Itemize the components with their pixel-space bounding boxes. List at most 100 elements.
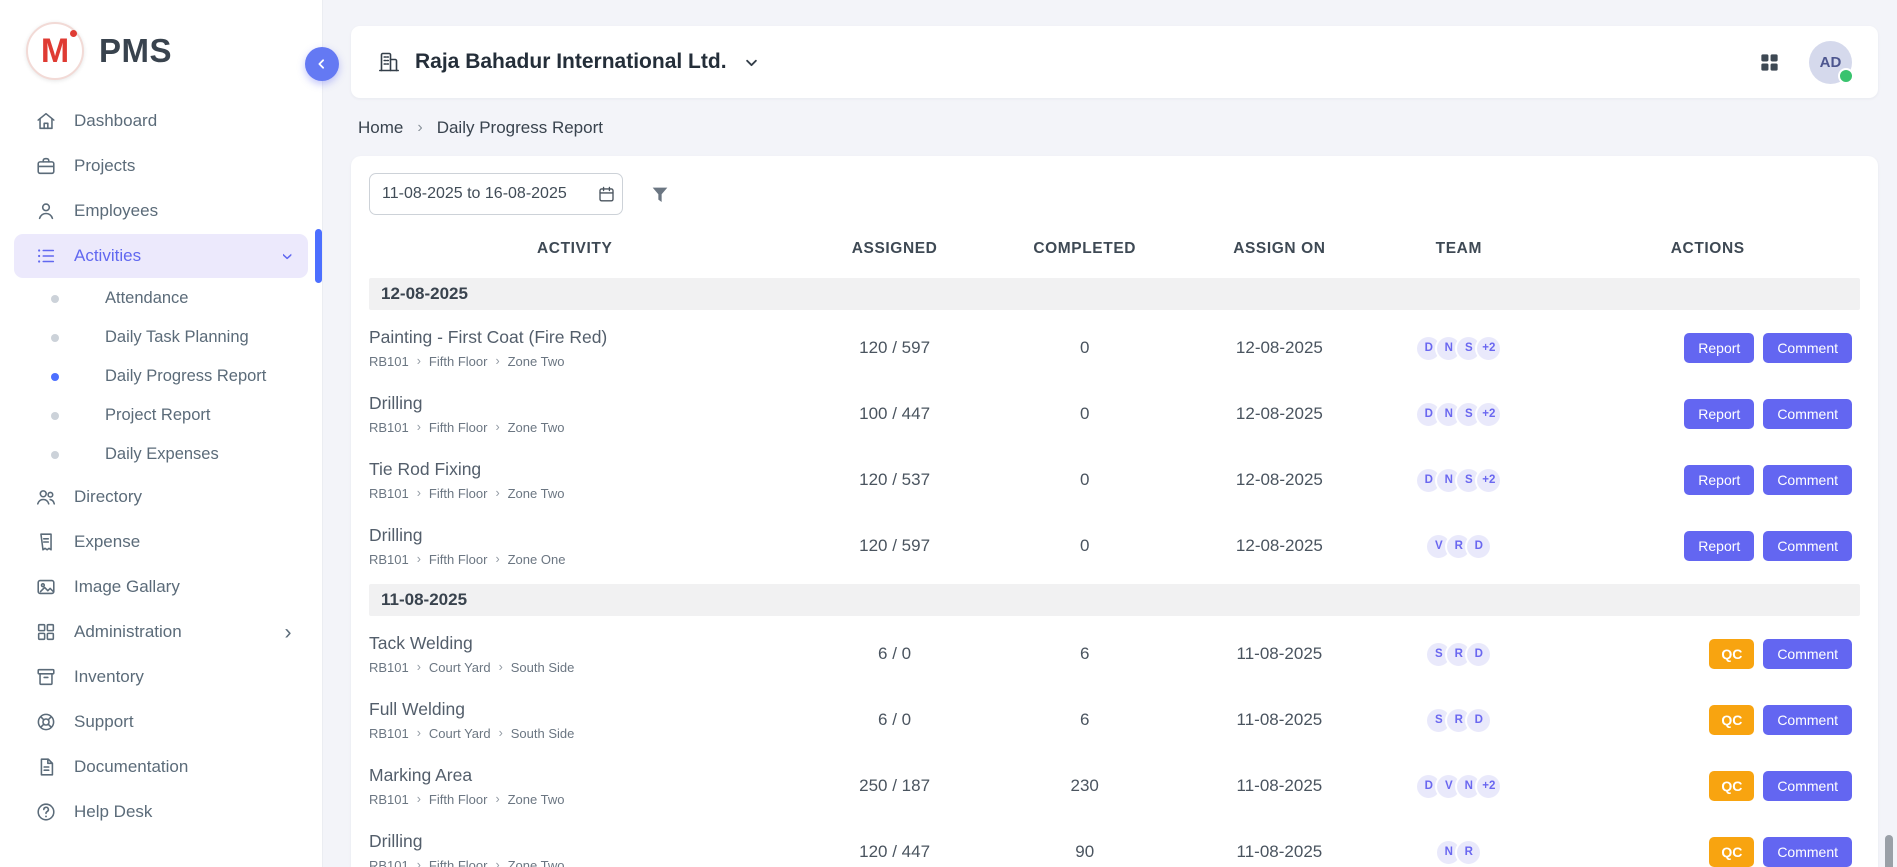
qc-button[interactable]: QC	[1709, 705, 1754, 735]
user-avatar[interactable]: AD	[1809, 41, 1852, 84]
path-segment: Fifth Floor	[429, 354, 488, 369]
team-avatar[interactable]: D	[1465, 641, 1492, 668]
sidebar-item-directory[interactable]: Directory	[14, 475, 308, 519]
sidebar-item-documentation[interactable]: Documentation	[14, 745, 308, 789]
comment-button[interactable]: Comment	[1763, 837, 1852, 867]
report-button[interactable]: Report	[1684, 399, 1754, 429]
comment-button[interactable]: Comment	[1763, 399, 1852, 429]
table-row: Full Welding RB101›Court Yard›South Side…	[351, 687, 1878, 753]
qc-button[interactable]: QC	[1709, 771, 1754, 801]
activity-cell: Drilling RB101›Fifth Floor›Zone One	[351, 525, 798, 567]
path-segment: Fifth Floor	[429, 858, 488, 867]
sidebar-item-image-gallary[interactable]: Image Gallary	[14, 565, 308, 609]
path-segment: RB101	[369, 420, 409, 435]
sidebar-subitem-label: Attendance	[105, 289, 188, 308]
sidebar-item-inventory[interactable]: Inventory	[14, 655, 308, 699]
sidebar-item-administration[interactable]: Administration ›	[14, 610, 308, 654]
bullet-dot-icon	[51, 373, 59, 381]
page-scrollbar[interactable]	[1885, 835, 1893, 867]
qc-button[interactable]: QC	[1709, 837, 1754, 867]
date-range-value[interactable]	[382, 185, 589, 203]
team-overflow-badge[interactable]: +2	[1475, 401, 1502, 428]
comment-button[interactable]: Comment	[1763, 333, 1852, 363]
assign-on-value: 11-08-2025	[1179, 842, 1381, 862]
report-button[interactable]: Report	[1684, 465, 1754, 495]
completed-value: 90	[991, 842, 1179, 862]
comment-button[interactable]: Comment	[1763, 705, 1852, 735]
report-button[interactable]: Report	[1684, 333, 1754, 363]
filter-bar	[351, 156, 1878, 215]
breadcrumb-home[interactable]: Home	[358, 118, 403, 138]
sidebar-item-label: Projects	[74, 156, 135, 176]
table-header: ACTIVITYASSIGNEDCOMPLETEDASSIGN ONTEAMAC…	[351, 225, 1878, 273]
comment-button[interactable]: Comment	[1763, 771, 1852, 801]
actions-cell: Report Comment	[1537, 531, 1878, 561]
activity-cell: Marking Area RB101›Fifth Floor›Zone Two	[351, 765, 798, 807]
apps-grid-button[interactable]	[1756, 49, 1783, 76]
team-overflow-badge[interactable]: +2	[1475, 335, 1502, 362]
actions-cell: QC Comment	[1537, 771, 1878, 801]
calendar-icon[interactable]	[597, 185, 616, 204]
home-icon	[35, 110, 57, 132]
filter-button[interactable]	[647, 181, 673, 207]
comment-button[interactable]: Comment	[1763, 531, 1852, 561]
sidebar-subitem-attendance[interactable]: Attendance	[14, 279, 308, 318]
activity-name: Full Welding	[369, 699, 798, 720]
sidebar-item-expense[interactable]: Expense	[14, 520, 308, 564]
team-cell: DNS+2	[1380, 401, 1537, 428]
sidebar-subitem-label: Project Report	[105, 406, 210, 425]
sidebar-item-activities[interactable]: Activities ›	[14, 234, 308, 278]
sidebar-item-employees[interactable]: Employees	[14, 189, 308, 233]
chevron-right-icon: ›	[417, 421, 421, 434]
chevron-right-icon: ›	[417, 119, 422, 137]
sidebar-item-help-desk[interactable]: Help Desk	[14, 790, 308, 834]
sidebar-item-projects[interactable]: Projects	[14, 144, 308, 188]
sidebar-subitem-project-report[interactable]: Project Report	[14, 396, 308, 435]
activity-path: RB101›Court Yard›South Side	[369, 726, 798, 741]
report-button[interactable]: Report	[1684, 531, 1754, 561]
team-cell: NR	[1380, 839, 1537, 866]
team-overflow-badge[interactable]: +2	[1475, 773, 1502, 800]
team-avatar[interactable]: D	[1465, 533, 1492, 560]
date-group-header: 11-08-2025	[369, 584, 1860, 616]
path-segment: Fifth Floor	[429, 552, 488, 567]
path-segment: South Side	[511, 726, 575, 741]
sidebar-subitem-daily-expenses[interactable]: Daily Expenses	[14, 435, 308, 474]
table-row: Tie Rod Fixing RB101›Fifth Floor›Zone Tw…	[351, 447, 1878, 513]
sidebar-item-support[interactable]: Support	[14, 700, 308, 744]
bullet-dot-icon	[51, 334, 59, 342]
path-segment: Fifth Floor	[429, 486, 488, 501]
user-icon	[35, 200, 57, 222]
chevron-right-icon: ›	[495, 355, 499, 368]
collapse-sidebar-button[interactable]	[305, 47, 339, 81]
comment-button[interactable]: Comment	[1763, 639, 1852, 669]
activity-cell: Drilling RB101›Fifth Floor›Zone Two	[351, 831, 798, 867]
path-segment: Zone One	[508, 552, 566, 567]
activity-name: Tack Welding	[369, 633, 798, 654]
sidebar-subitem-daily-task-planning[interactable]: Daily Task Planning	[14, 318, 308, 357]
sidebar-item-label: Directory	[74, 487, 142, 507]
activity-name: Drilling	[369, 831, 798, 852]
chevron-right-icon: ›	[495, 487, 499, 500]
activity-cell: Tie Rod Fixing RB101›Fifth Floor›Zone Tw…	[351, 459, 798, 501]
qc-button[interactable]: QC	[1709, 639, 1754, 669]
actions-cell: QC Comment	[1537, 639, 1878, 669]
table-row: Marking Area RB101›Fifth Floor›Zone Two …	[351, 753, 1878, 819]
team-avatar[interactable]: R	[1455, 839, 1482, 866]
team-overflow-badge[interactable]: +2	[1475, 467, 1502, 494]
sidebar-subitem-daily-progress-report[interactable]: Daily Progress Report	[14, 357, 308, 396]
sidebar-item-label: Employees	[74, 201, 158, 221]
column-header-assign-on: ASSIGN ON	[1179, 240, 1381, 258]
company-selector[interactable]: Raja Bahadur International Ltd.	[377, 50, 762, 74]
chevron-right-icon: ›	[495, 553, 499, 566]
date-range-input[interactable]	[369, 173, 623, 215]
completed-value: 6	[991, 644, 1179, 664]
sidebar-item-dashboard[interactable]: Dashboard	[14, 99, 308, 143]
activity-name: Painting - First Coat (Fire Red)	[369, 327, 798, 348]
company-name: Raja Bahadur International Ltd.	[415, 50, 727, 74]
activity-name: Marking Area	[369, 765, 798, 786]
team-avatar[interactable]: D	[1465, 707, 1492, 734]
bullet-dot-icon	[51, 451, 59, 459]
completed-value: 6	[991, 710, 1179, 730]
comment-button[interactable]: Comment	[1763, 465, 1852, 495]
